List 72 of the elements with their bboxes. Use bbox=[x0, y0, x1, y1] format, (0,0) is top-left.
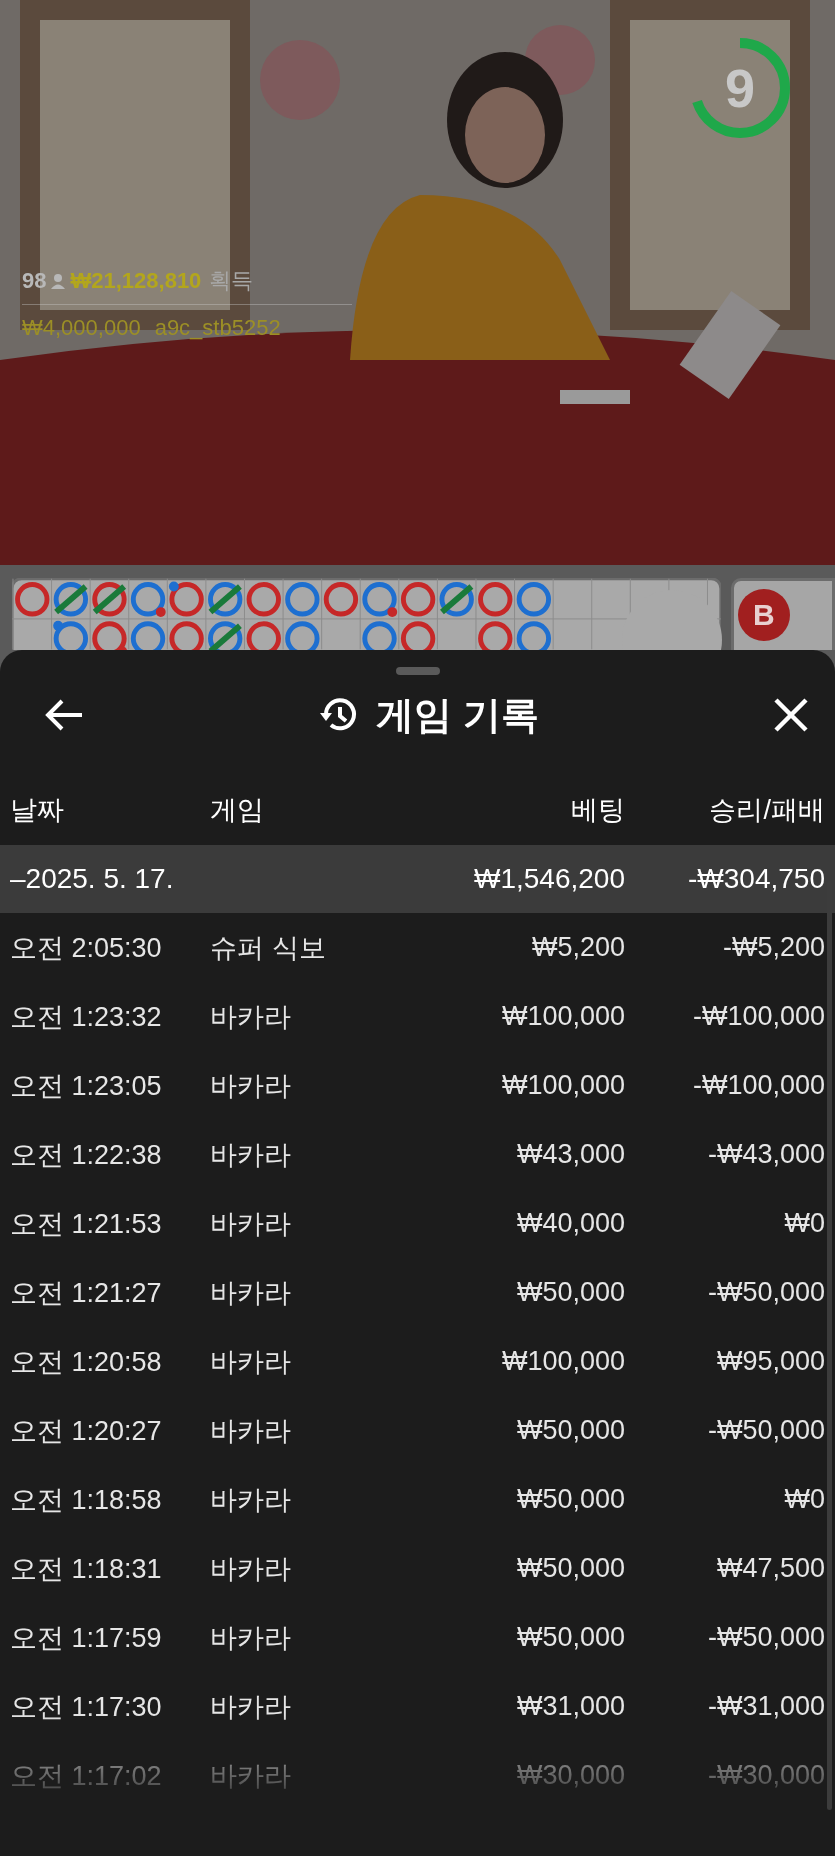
bet-amount: ₩4,000,000 bbox=[22, 315, 141, 341]
table-cell-text: 슈퍼 식보 bbox=[210, 931, 327, 965]
table-cell-text: ₩100,000 bbox=[500, 1346, 625, 1377]
table-cell-text: ₩31,000 bbox=[515, 1691, 625, 1722]
table-cell-text: ₩40,000 bbox=[515, 1208, 625, 1239]
table-cell-text: ₩50,000 bbox=[515, 1622, 625, 1653]
table-cell-text: 오전 1:23:05 bbox=[10, 1069, 163, 1103]
group-result-total: -₩304,750 bbox=[687, 863, 825, 895]
table-cell-text: -₩43,000 bbox=[706, 1139, 825, 1170]
table-cell-text: 바카라 bbox=[210, 1345, 292, 1379]
group-bet-total: ₩1,546,200 bbox=[473, 863, 625, 895]
table-cell-text: 오전 2:05:30 bbox=[10, 931, 163, 965]
table-cell-text: 바카라 bbox=[210, 1690, 292, 1724]
username: a9c_stb5252 bbox=[154, 315, 281, 341]
table-cell-text: -₩50,000 bbox=[706, 1415, 825, 1446]
table-cell-text: ₩5,200 bbox=[530, 932, 625, 963]
sheet-title: 게임 기록 bbox=[376, 692, 539, 738]
table-cell-text: ₩50,000 bbox=[515, 1484, 625, 1515]
table-cell-text: 바카라 bbox=[210, 1069, 292, 1103]
table-cell-text: -₩100,000 bbox=[691, 1070, 825, 1101]
back-icon[interactable] bbox=[44, 698, 84, 732]
table-cell-text: ₩0 bbox=[783, 1484, 825, 1515]
table-cell-text: 오전 1:17:30 bbox=[10, 1690, 163, 1724]
table-cell-text: 바카라 bbox=[210, 1483, 292, 1517]
player-count: 98 bbox=[22, 268, 47, 294]
table-cell-text: 오전 1:20:58 bbox=[10, 1345, 163, 1379]
table-cell-text: -₩31,000 bbox=[706, 1691, 825, 1722]
column-header: 날짜 bbox=[10, 794, 65, 827]
table-cell-text: 바카라 bbox=[210, 1276, 292, 1310]
table-cell-text: -₩50,000 bbox=[706, 1622, 825, 1653]
column-header: 승리/패배 bbox=[708, 794, 825, 827]
table-cell-text: 오전 1:22:38 bbox=[10, 1138, 163, 1172]
table-cell-text: ₩0 bbox=[783, 1208, 825, 1239]
table-cell-text: ₩47,500 bbox=[715, 1553, 825, 1584]
table-cell-text: 바카라 bbox=[210, 1759, 292, 1793]
table-cell-text: 바카라 bbox=[210, 1138, 292, 1172]
table-cell-text: 바카라 bbox=[210, 1414, 292, 1448]
column-header: 게임 bbox=[210, 794, 265, 827]
win-label: 획득 bbox=[209, 267, 254, 295]
table-cell-text: 오전 1:17:59 bbox=[10, 1621, 163, 1655]
win-amount: ₩21,128,810 bbox=[70, 268, 202, 294]
table-cell-text: 바카라 bbox=[210, 1621, 292, 1655]
table-cell-text: -₩100,000 bbox=[691, 1001, 825, 1032]
drag-handle[interactable] bbox=[395, 667, 440, 675]
table-cell-text: 오전 1:20:27 bbox=[10, 1414, 163, 1448]
table-cell-text: 바카라 bbox=[210, 1207, 292, 1241]
table-cell-text: -₩5,200 bbox=[721, 932, 825, 963]
table-cell-text: 오전 1:21:27 bbox=[10, 1276, 163, 1310]
countdown-number: 9 bbox=[723, 57, 756, 120]
banker-button[interactable]: B bbox=[737, 589, 790, 641]
group-date: –2025. 5. 17. bbox=[10, 863, 175, 895]
person-icon bbox=[50, 273, 67, 289]
table-cell-text: ₩50,000 bbox=[515, 1277, 625, 1308]
close-icon[interactable] bbox=[773, 697, 809, 733]
table-cell-text: -₩30,000 bbox=[706, 1760, 825, 1791]
table-cell-text: ₩100,000 bbox=[500, 1070, 625, 1101]
table-cell-text: 오전 1:17:02 bbox=[10, 1759, 163, 1793]
table-cell-text: 오전 1:18:31 bbox=[10, 1552, 163, 1586]
date-group-row[interactable]: –2025. 5. 17. ₩1,546,200 -₩304,750 bbox=[0, 845, 835, 913]
table-cell-text: ₩100,000 bbox=[500, 1001, 625, 1032]
table-cell-text: ₩50,000 bbox=[515, 1415, 625, 1446]
table-cell-text: ₩30,000 bbox=[515, 1760, 625, 1791]
table-cell-text: 오전 1:23:32 bbox=[10, 1000, 163, 1034]
table-cell-text: 바카라 bbox=[210, 1552, 292, 1586]
table-cell-text: ₩43,000 bbox=[515, 1139, 625, 1170]
table-cell-text: 오전 1:18:58 bbox=[10, 1483, 163, 1517]
table-cell-text: -₩50,000 bbox=[706, 1277, 825, 1308]
table-cell-text: ₩50,000 bbox=[515, 1553, 625, 1584]
table-cell-text: 바카라 bbox=[210, 1000, 292, 1034]
table-cell-text: 오전 1:21:53 bbox=[10, 1207, 163, 1241]
column-header: 베팅 bbox=[570, 794, 625, 827]
table-cell-text: ₩95,000 bbox=[715, 1346, 825, 1377]
